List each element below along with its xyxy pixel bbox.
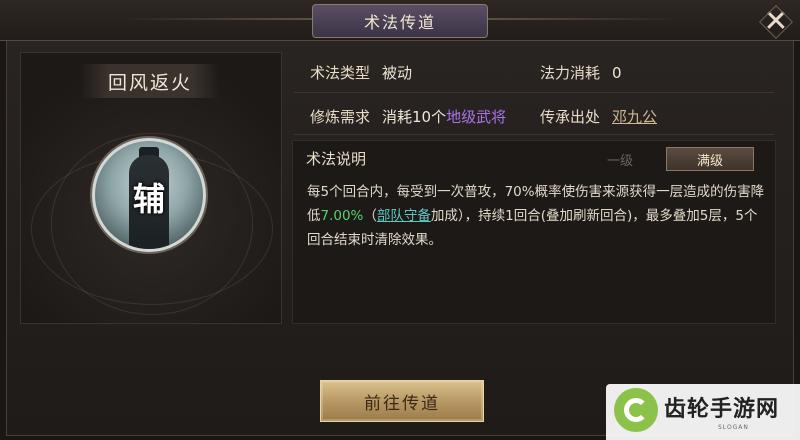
skill-type-value: 被动 <box>382 64 413 82</box>
tab-max-level[interactable]: 满级 <box>666 147 754 171</box>
close-button[interactable]: ✕ <box>758 4 794 40</box>
role-badge: 辅 <box>132 180 165 218</box>
training-row: 修炼需求 消耗10个地级武将 <box>310 106 506 127</box>
watermark-logo-icon <box>614 388 658 432</box>
go-teach-button[interactable]: 前往传道 <box>320 380 484 422</box>
description-part-2: （ <box>363 208 377 224</box>
training-highlight: 地级武将 <box>446 108 507 126</box>
dialog-title: 术法传道 <box>312 4 488 38</box>
description-text: 每5个回合内，每受到一次普攻，70%概率使伤害来源获得一层造成的伤害降低7.00… <box>307 180 767 252</box>
description-link[interactable]: 部队守备 <box>377 208 431 224</box>
mana-cost-row: 法力消耗 0 <box>540 62 622 83</box>
divider <box>294 134 774 135</box>
watermark-slogan: SLOGAN <box>718 424 749 431</box>
tab-level-1[interactable]: 一级 <box>576 147 664 171</box>
skill-type-label: 术法类型 <box>310 64 371 82</box>
origin-row: 传承出处 邓九公 <box>540 106 657 127</box>
mana-cost-label: 法力消耗 <box>540 64 601 82</box>
origin-link[interactable]: 邓九公 <box>612 108 657 126</box>
skill-portrait: 辅 <box>92 138 206 252</box>
skill-type-row: 术法类型 被动 <box>310 62 412 83</box>
watermark-text: 齿轮手游网 <box>664 397 780 422</box>
training-prefix: 消耗10个 <box>382 108 447 126</box>
mana-cost-value: 0 <box>612 64 622 82</box>
description-value: 7.00% <box>320 208 364 224</box>
description-title: 术法说明 <box>306 150 367 168</box>
origin-label: 传承出处 <box>540 108 601 126</box>
training-label: 修炼需求 <box>310 108 371 126</box>
divider <box>294 92 774 93</box>
skill-name: 回风返火 <box>80 64 220 98</box>
